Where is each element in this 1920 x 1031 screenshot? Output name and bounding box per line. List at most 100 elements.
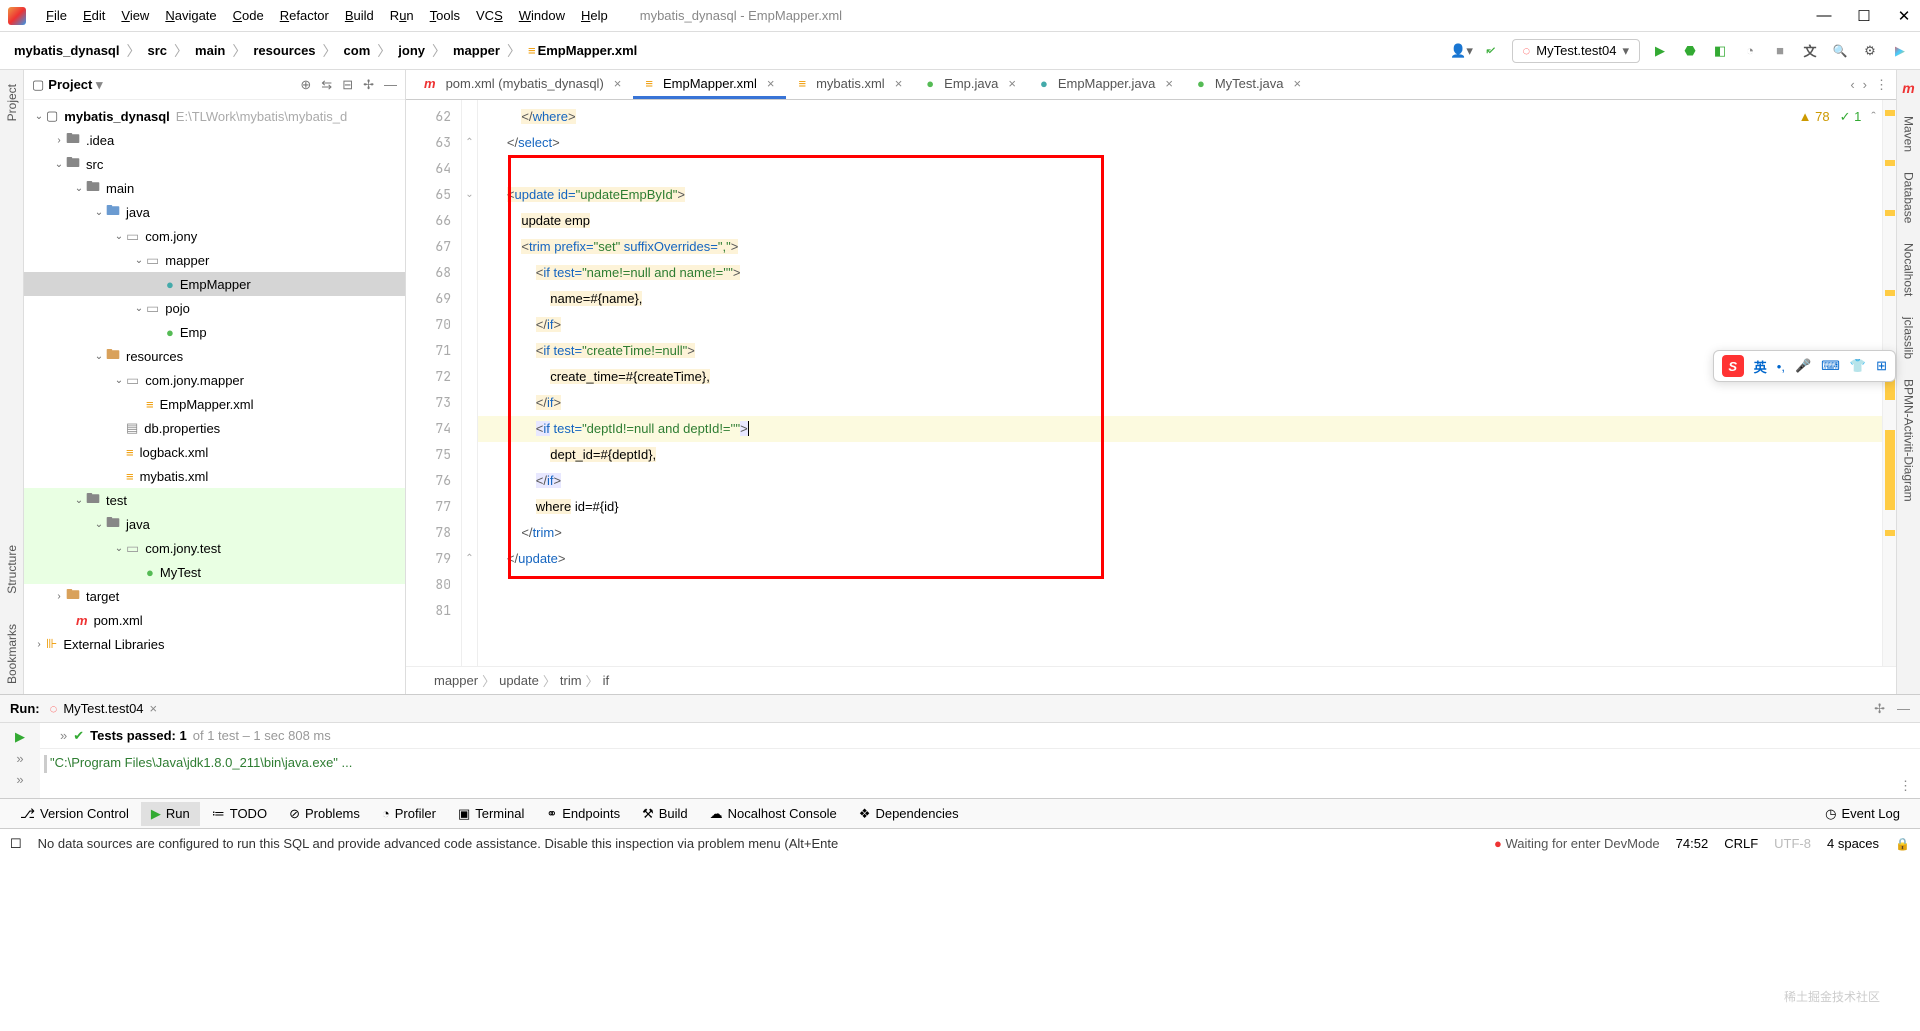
expand-icon[interactable]: ⇆ bbox=[321, 77, 332, 93]
tree-mapper[interactable]: mapper bbox=[165, 253, 209, 268]
menu-code[interactable]: Code bbox=[225, 4, 272, 27]
tab-empmapper-java[interactable]: EmpMapper.java bbox=[1028, 70, 1185, 99]
left-tool-project[interactable]: Project bbox=[5, 84, 19, 121]
bt-problems[interactable]: ⊘Problems bbox=[279, 802, 370, 826]
settings-button[interactable] bbox=[1860, 41, 1880, 61]
menu-tools[interactable]: Tools bbox=[422, 4, 468, 27]
tree-root[interactable]: mybatis_dynasql bbox=[64, 109, 170, 124]
debug-button[interactable] bbox=[1680, 41, 1700, 61]
tab-mybatis-xml[interactable]: mybatis.xml bbox=[786, 70, 914, 99]
menu-help[interactable]: Help bbox=[573, 4, 616, 27]
tool-maven[interactable]: Maven bbox=[1902, 116, 1916, 152]
tool-jclasslib[interactable]: jclasslib bbox=[1902, 317, 1916, 359]
tree-pom[interactable]: pom.xml bbox=[94, 613, 143, 628]
ecrumb-3[interactable]: if bbox=[603, 673, 610, 688]
run-hide-icon[interactable]: — bbox=[1897, 701, 1910, 717]
bt-endpoints[interactable]: ⚭Endpoints bbox=[536, 802, 630, 826]
code-editor[interactable]: 6263646566676869707172737475767778798081… bbox=[406, 100, 1896, 666]
menu-window[interactable]: Window bbox=[511, 4, 573, 27]
close-icon[interactable] bbox=[1289, 76, 1301, 91]
settings-icon[interactable]: ✢ bbox=[363, 77, 374, 93]
bt-build[interactable]: ⚒Build bbox=[632, 802, 698, 826]
ecrumb-0[interactable]: mapper bbox=[434, 673, 478, 688]
tab-mytest-java[interactable]: MyTest.java bbox=[1185, 70, 1313, 99]
run-more2-button[interactable]: » bbox=[16, 772, 23, 787]
ime-punct-icon[interactable]: •, bbox=[1777, 359, 1785, 374]
menu-build[interactable]: Build bbox=[337, 4, 382, 27]
code-content[interactable]: </where> </select> <update id="updateEmp… bbox=[478, 100, 1896, 666]
bt-vcs[interactable]: ⎇Version Control bbox=[10, 802, 139, 826]
sb-crlf[interactable]: CRLF bbox=[1724, 836, 1758, 851]
tree-test[interactable]: test bbox=[106, 493, 127, 508]
coverage-button[interactable] bbox=[1710, 41, 1730, 61]
tool-nocalhost[interactable]: Nocalhost bbox=[1902, 243, 1916, 296]
tree-ext[interactable]: External Libraries bbox=[63, 637, 164, 652]
tree-src[interactable]: src bbox=[86, 157, 103, 172]
tree-logback[interactable]: logback.xml bbox=[140, 445, 209, 460]
project-title[interactable]: Project bbox=[48, 77, 102, 93]
run-more-button[interactable]: » bbox=[16, 751, 23, 766]
cia-button[interactable] bbox=[1890, 41, 1910, 61]
close-button[interactable]: ✕ bbox=[1896, 7, 1912, 25]
tree-empmapper-if[interactable]: EmpMapper bbox=[180, 277, 251, 292]
tab-emp-java[interactable]: Emp.java bbox=[914, 70, 1028, 99]
left-tool-bookmarks[interactable]: Bookmarks bbox=[5, 624, 19, 684]
user-icon[interactable] bbox=[1452, 41, 1472, 61]
tab-list-icon[interactable]: ⋮ bbox=[1875, 77, 1888, 93]
ime-kbd-icon[interactable]: ⌨ bbox=[1821, 358, 1840, 374]
ecrumb-1[interactable]: update bbox=[499, 673, 539, 688]
bt-profiler[interactable]: ◔Profiler bbox=[372, 802, 446, 825]
prev-icon[interactable]: ˆ bbox=[1871, 104, 1875, 130]
collapse-icon[interactable]: ⊟ bbox=[342, 77, 353, 93]
crumb-2[interactable]: main bbox=[191, 41, 229, 60]
hide-icon[interactable]: — bbox=[384, 77, 397, 93]
tree-comjony[interactable]: com.jony bbox=[145, 229, 197, 244]
crumb-0[interactable]: mybatis_dynasql bbox=[10, 41, 124, 60]
close-icon[interactable] bbox=[763, 76, 775, 91]
bt-eventlog[interactable]: ◷Event Log bbox=[1815, 802, 1910, 826]
crumb-6[interactable]: mapper bbox=[449, 41, 504, 60]
console-more-icon[interactable]: ⋮ bbox=[1899, 778, 1912, 794]
tree-empmapper-xml[interactable]: EmpMapper.xml bbox=[160, 397, 254, 412]
tree-dbprops[interactable]: db.properties bbox=[144, 421, 220, 436]
bt-deps[interactable]: ❖Dependencies bbox=[849, 802, 969, 826]
tree-cjt[interactable]: com.jony.test bbox=[145, 541, 221, 556]
build-button[interactable] bbox=[1482, 41, 1502, 61]
sb-waiting[interactable]: Waiting for enter DevMode bbox=[1494, 836, 1660, 851]
sb-hint-icon[interactable]: ☐ bbox=[10, 836, 22, 852]
tree-emp[interactable]: Emp bbox=[180, 325, 207, 340]
ime-skin-icon[interactable]: 👕 bbox=[1850, 358, 1866, 374]
tab-prev-icon[interactable]: ‹ bbox=[1850, 77, 1854, 92]
locate-icon[interactable]: ⊕ bbox=[300, 77, 311, 93]
tree-target[interactable]: target bbox=[86, 589, 119, 604]
minimize-button[interactable]: ― bbox=[1816, 7, 1832, 25]
sb-encoding[interactable]: UTF-8 bbox=[1774, 836, 1811, 851]
crumb-4[interactable]: com bbox=[340, 41, 375, 60]
ok-badge[interactable]: 1 bbox=[1840, 104, 1862, 130]
run-tab[interactable]: ◌MyTest.test04× bbox=[40, 701, 168, 716]
tree-main[interactable]: main bbox=[106, 181, 134, 196]
profile-button[interactable] bbox=[1740, 41, 1760, 61]
ime-toolbar[interactable]: S 英 •, 🎤 ⌨ 👕 ⊞ bbox=[1713, 350, 1896, 382]
crumb-5[interactable]: jony bbox=[394, 41, 429, 60]
sb-position[interactable]: 74:52 bbox=[1676, 836, 1709, 851]
warnings-badge[interactable]: 78 bbox=[1799, 104, 1830, 130]
run-button[interactable] bbox=[1650, 41, 1670, 61]
left-tool-structure[interactable]: Structure bbox=[5, 545, 19, 594]
close-icon[interactable] bbox=[1004, 76, 1016, 91]
menu-navigate[interactable]: Navigate bbox=[157, 4, 224, 27]
close-icon[interactable] bbox=[1161, 76, 1173, 91]
tool-bpmn[interactable]: BPMN-Activiti-Diagram bbox=[1902, 379, 1916, 502]
stop-button[interactable] bbox=[1770, 41, 1790, 61]
run-settings-icon[interactable]: ✢ bbox=[1874, 701, 1885, 717]
rerun-button[interactable] bbox=[15, 729, 25, 745]
tree-tjava[interactable]: java bbox=[126, 517, 150, 532]
tree-java[interactable]: java bbox=[126, 205, 150, 220]
tree-cjm[interactable]: com.jony.mapper bbox=[145, 373, 244, 388]
tab-empmapper-xml[interactable]: EmpMapper.xml bbox=[633, 70, 786, 99]
tool-database[interactable]: Database bbox=[1902, 172, 1916, 223]
menu-vcs[interactable]: VCS bbox=[468, 4, 511, 27]
search-button[interactable] bbox=[1830, 41, 1850, 61]
bt-todo[interactable]: ≔TODO bbox=[202, 802, 277, 826]
sb-indent[interactable]: 4 spaces bbox=[1827, 836, 1879, 851]
